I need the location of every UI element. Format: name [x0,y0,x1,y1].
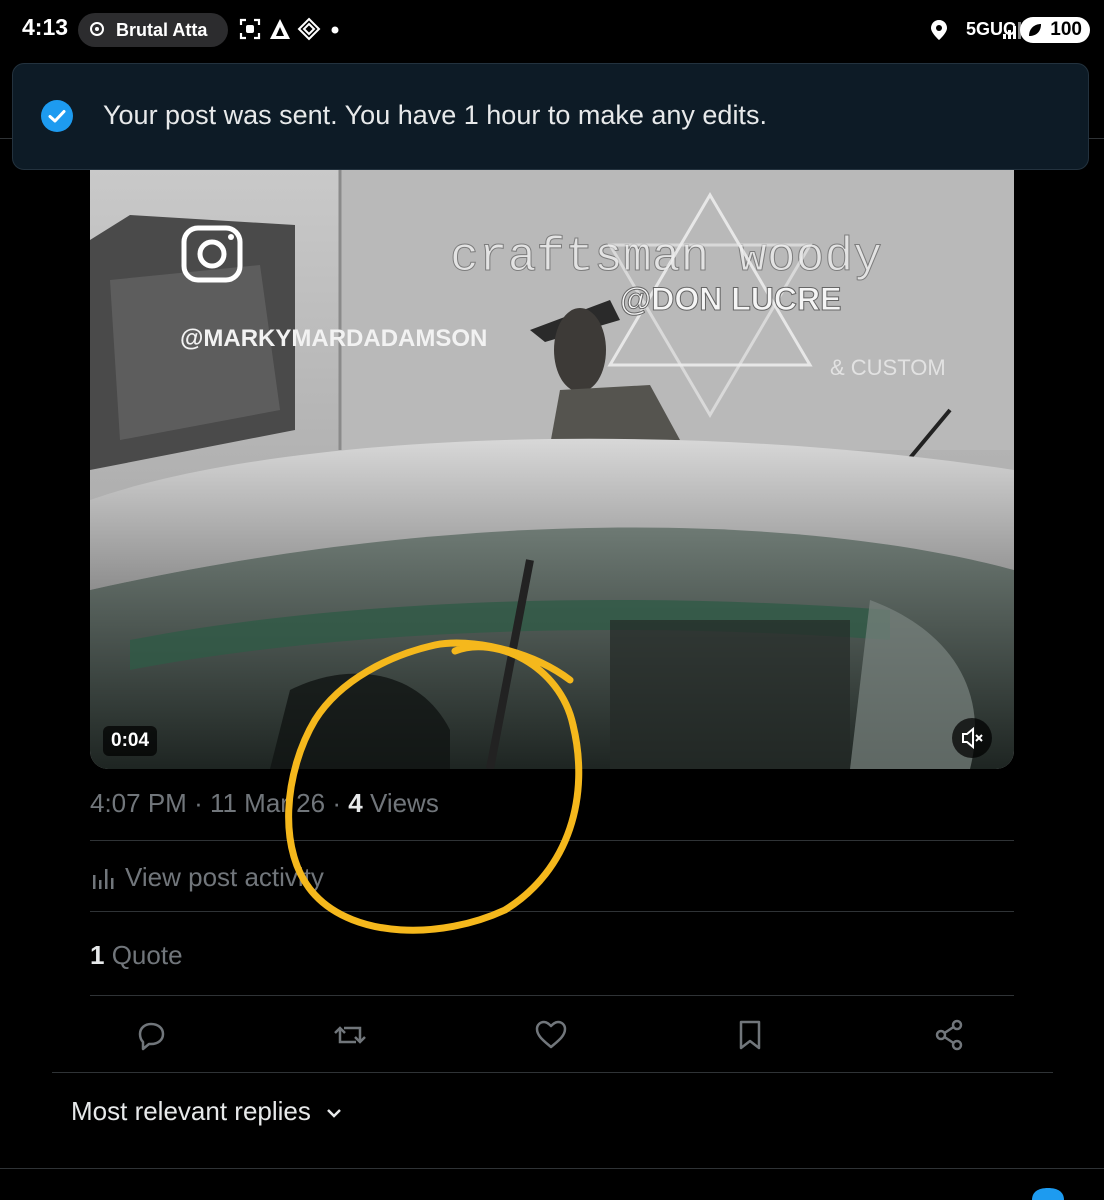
mute-toggle-button[interactable] [952,718,992,758]
screenshot-icon [239,18,261,40]
post-video[interactable]: @MARKYMARDADAMSON craftsman woody @DON L… [90,170,1014,769]
replies-sort-dropdown[interactable]: Most relevant replies [71,1096,343,1127]
van-watermark: @DON LUCRE [620,281,841,317]
chevron-down-icon [327,1109,341,1118]
notification-chip[interactable]: Brutal Atta [78,13,228,47]
delta-app-icon [270,19,290,39]
divider [90,911,1014,912]
replies-sort-label: Most relevant replies [71,1096,311,1126]
signal-icon [1003,22,1021,39]
video-watermark: @MARKYMARDADAMSON [180,325,487,352]
notification-app-name: Brutal Atta [116,20,208,40]
check-circle-icon [41,100,73,132]
van-lettering: craftsman woody [450,231,882,285]
post-time: 4:07 PM [90,788,187,818]
views-count: 4 [348,788,363,818]
quotes-count-link[interactable]: 1 Quote [90,940,183,971]
bookmark-icon[interactable] [733,1018,767,1052]
meta-separator: · [332,788,342,818]
video-duration: 0:04 [103,726,158,756]
compose-fab-edge-icon[interactable] [1028,1188,1068,1200]
battery-saver-leaf-icon [1029,24,1041,36]
battery-indicator: 100 [1020,17,1090,43]
status-bar: 4:13 Brutal Atta 5GUC 100 [0,0,1104,60]
toast-message: Your post was sent. You have 1 hour to m… [103,100,767,130]
divider [90,840,1014,841]
van-subtext: & CUSTOM [830,355,946,380]
bottom-divider [0,1168,1104,1169]
diamond-app-icon [297,17,321,41]
location-icon [931,20,947,40]
post-timestamp-views: 4:07 PM · 11 Mar 26 · 4 Views [90,788,439,819]
video-frame: @MARKYMARDADAMSON craftsman woody @DON L… [90,170,1014,769]
quote-label: Quote [111,940,183,970]
post-sent-toast[interactable]: Your post was sent. You have 1 hour to m… [12,63,1089,170]
status-time: 4:13 [22,14,69,40]
more-notifications-dot-icon [331,26,339,34]
post-date: 11 Mar 26 [209,788,326,818]
analytics-bar-icon [93,869,114,889]
like-heart-icon[interactable] [534,1018,568,1052]
repost-icon[interactable] [333,1018,367,1052]
share-icon[interactable] [932,1018,966,1052]
reply-icon[interactable] [134,1018,168,1052]
views-label: Views [369,788,439,818]
divider [90,995,1014,996]
meta-separator: · [194,788,203,818]
view-post-activity-label: View post activity [125,862,324,892]
divider [52,1072,1053,1073]
radio-icon [90,22,104,36]
quote-count: 1 [90,940,105,970]
speaker-muted-icon [962,726,983,750]
battery-level: 100 [1050,19,1082,40]
